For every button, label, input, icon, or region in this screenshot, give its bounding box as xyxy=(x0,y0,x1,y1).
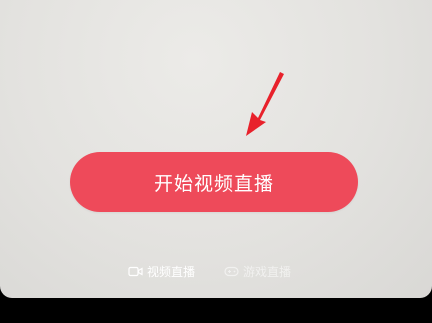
tab-video-live-label: 视频直播 xyxy=(147,264,196,279)
camera-icon xyxy=(128,266,143,276)
start-video-live-button[interactable]: 开始视频直播 xyxy=(70,152,358,212)
live-preview-screen: 开始视频直播 视频直播 游戏直播 xyxy=(0,0,432,298)
tab-game-live-label: 游戏直播 xyxy=(243,264,292,279)
live-mode-tabs: 视频直播 游戏直播 xyxy=(0,262,432,280)
gamepad-icon xyxy=(224,266,239,276)
tab-video-live[interactable]: 视频直播 xyxy=(128,262,195,280)
red-arrow-annotation xyxy=(246,72,284,136)
start-video-live-label: 开始视频直播 xyxy=(153,172,274,195)
tab-game-live[interactable]: 游戏直播 xyxy=(224,262,291,280)
